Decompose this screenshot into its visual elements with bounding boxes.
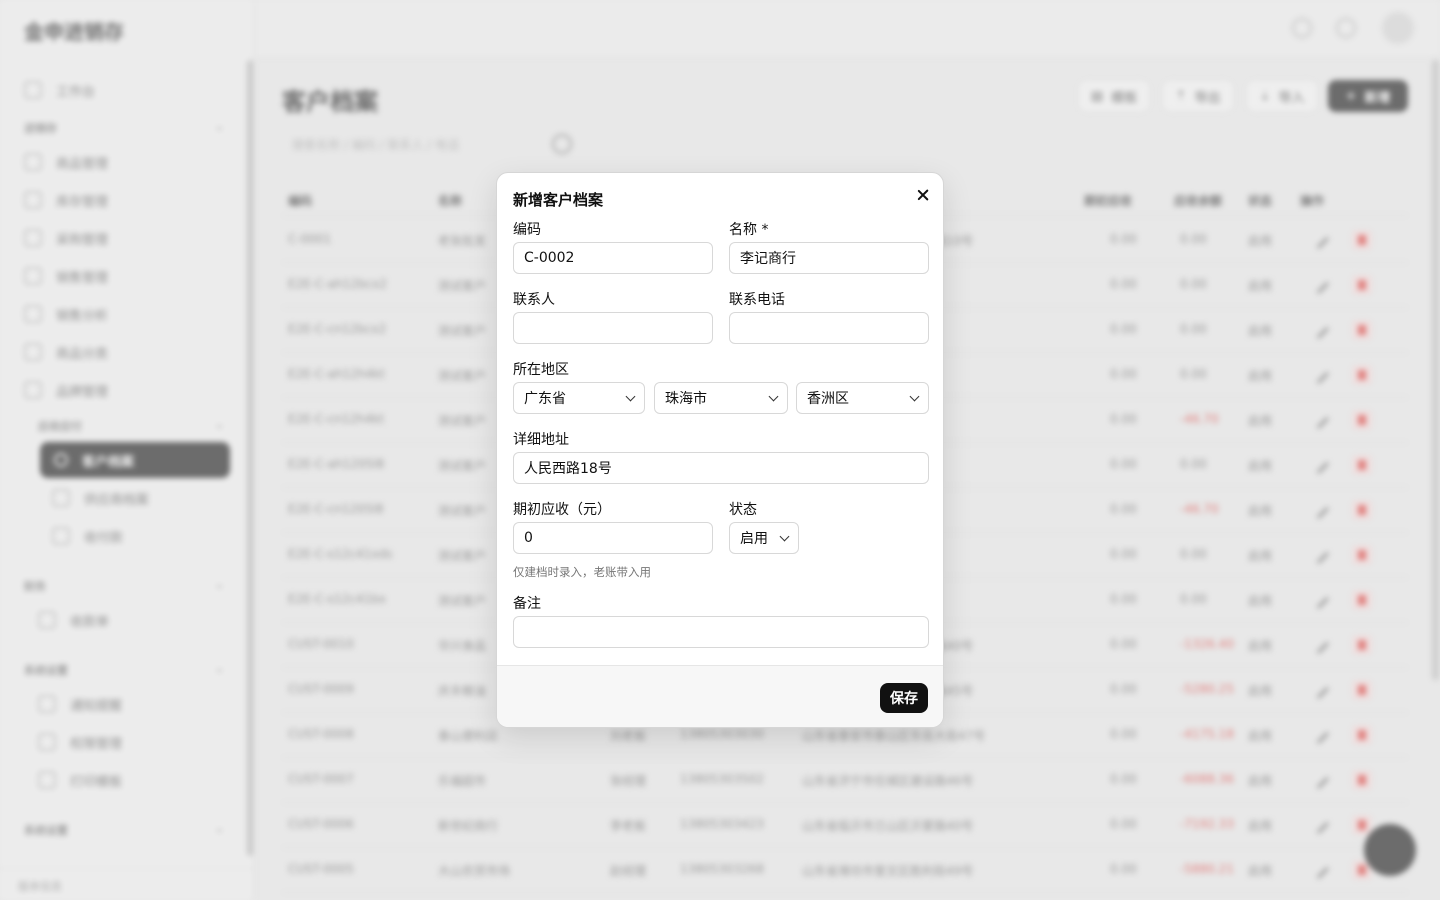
code-field[interactable] [513,242,713,274]
remark-label: 备注 [513,596,541,612]
phone-field[interactable] [729,312,929,344]
status-select[interactable]: 启用 [729,522,799,554]
chevron-down-icon [768,391,779,401]
chevron-down-icon [909,391,920,401]
opening-receivable-field[interactable] [513,522,713,554]
name-field[interactable] [729,242,929,274]
close-icon[interactable] [915,187,931,203]
add-customer-dialog: 新增客户档案 编码 名称 * 联系人 联系电话 所在地区 广东省 珠海市 香洲区… [496,172,944,728]
address-field[interactable] [513,452,929,484]
opening-label: 期初应收（元） [513,502,611,518]
dialog-title: 新增客户档案 [513,191,604,209]
chevron-down-icon [779,531,790,541]
city-select[interactable]: 珠海市 [654,382,788,414]
contact-field[interactable] [513,312,713,344]
remark-field[interactable] [513,616,929,648]
phone-label: 联系电话 [729,292,785,308]
opening-hint: 仅建档时录入，老账带入用 [513,565,651,579]
save-button[interactable]: 保存 [880,683,928,713]
contact-label: 联系人 [513,292,555,308]
address-label: 详细地址 [513,432,569,448]
district-select[interactable]: 香洲区 [796,382,929,414]
region-label: 所在地区 [513,362,569,378]
name-label: 名称 * [729,222,769,238]
chevron-down-icon [625,391,636,401]
code-label: 编码 [513,222,541,238]
dialog-footer: 保存 [497,665,943,727]
province-select[interactable]: 广东省 [513,382,645,414]
status-label: 状态 [729,502,757,518]
